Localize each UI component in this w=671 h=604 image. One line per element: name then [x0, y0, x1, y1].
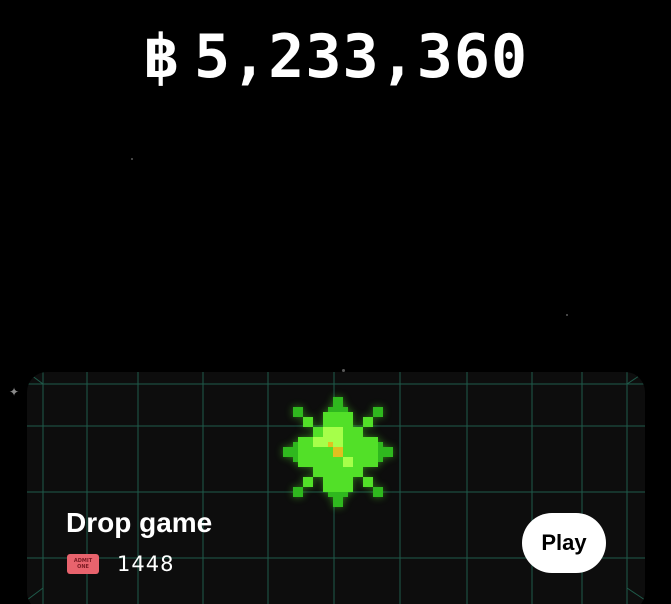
admit-one-ticket-icon: ADMIT ONE	[67, 554, 99, 574]
ticket-count: 1448	[117, 552, 175, 576]
game-title: Drop game	[66, 507, 213, 538]
play-button[interactable]: Play	[522, 513, 606, 573]
background-star-dot	[131, 158, 133, 160]
pixel-star-icon	[283, 397, 393, 507]
drop-game-card[interactable]: Drop game ADMIT ONE 1448 Play	[27, 372, 645, 604]
balance-amount: 5,233,360	[194, 22, 529, 92]
ticket-balance: ADMIT ONE 1448	[67, 552, 174, 576]
balance-display: ฿ 5,233,360	[0, 22, 671, 92]
ticket-text-line: ONE	[77, 564, 89, 570]
sparkle-icon: ✦	[9, 385, 20, 399]
background-star-dot	[566, 314, 568, 316]
currency-symbol: ฿	[142, 22, 180, 92]
